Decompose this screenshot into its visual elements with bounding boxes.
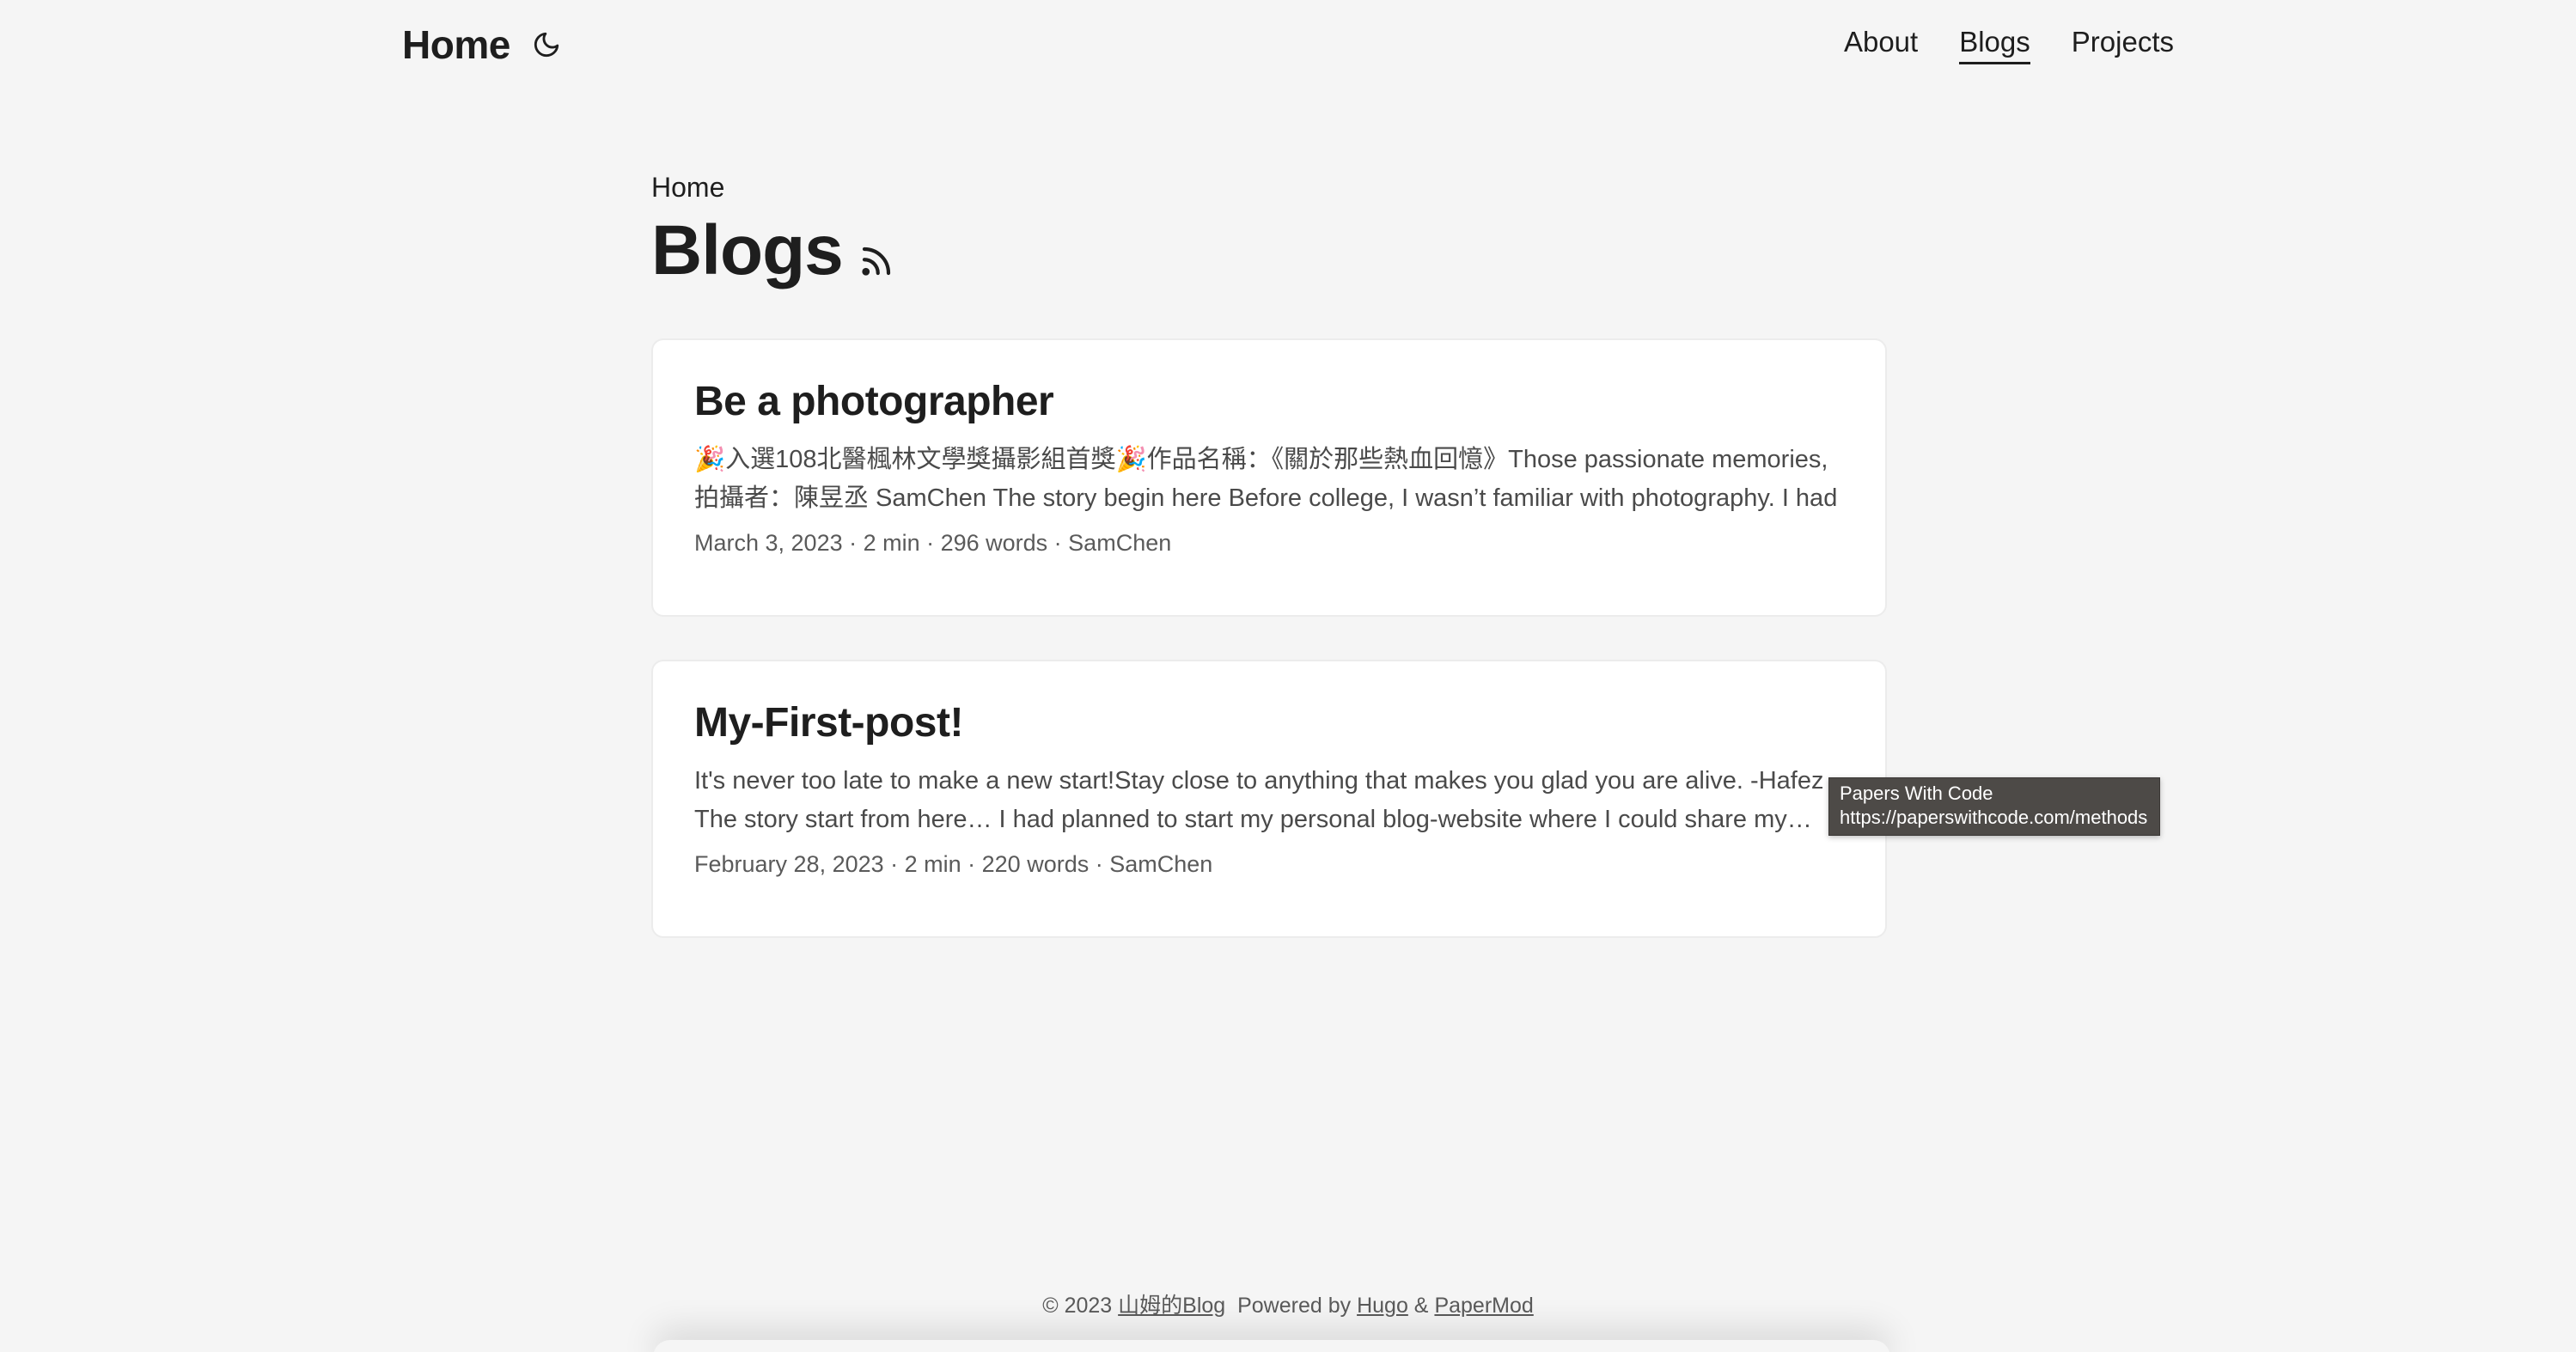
breadcrumb-home[interactable]: Home xyxy=(651,172,724,204)
rss-icon[interactable] xyxy=(858,243,894,279)
link-tooltip: Papers With Code https://paperswithcode.… xyxy=(1828,777,2161,836)
scroll-shadow xyxy=(653,1340,1890,1352)
post-meta: February 28, 2023 · 2 min · 220 words · … xyxy=(694,850,1213,877)
footer-amp: & xyxy=(1413,1294,1429,1318)
moon-icon[interactable] xyxy=(529,27,564,62)
footer-site-link[interactable]: 山姆的Blog xyxy=(1118,1294,1225,1318)
post-card[interactable]: Be a photographer 🎉入選108北醫楓林文學獎攝影組首獎🎉作品名… xyxy=(651,338,1887,617)
home-logo-link[interactable]: Home xyxy=(402,21,510,68)
post-summary: 🎉入選108北醫楓林文學獎攝影組首獎🎉作品名稱：《關於那些熱血回憶》Those … xyxy=(694,445,1838,512)
post-title: Be a photographer xyxy=(694,379,1054,424)
nav-about[interactable]: About xyxy=(1844,26,1918,64)
footer-powered-by: Powered by xyxy=(1237,1294,1352,1318)
main-nav: About Blogs Projects xyxy=(1844,26,2174,64)
page-title: Blogs xyxy=(651,211,844,289)
post-card[interactable]: My-First-post! It's never too late to ma… xyxy=(651,660,1887,938)
nav-projects[interactable]: Projects xyxy=(2072,26,2174,64)
tooltip-title: Papers With Code xyxy=(1840,783,1993,804)
post-meta: March 3, 2023 · 2 min · 296 words · SamC… xyxy=(694,529,1172,556)
post-title: My-First-post! xyxy=(694,700,963,746)
nav-blogs[interactable]: Blogs xyxy=(1959,26,2030,64)
page-header: Blogs xyxy=(651,210,1887,291)
tooltip-url: https://paperswithcode.com/methods xyxy=(1840,807,2148,828)
site-header: Home About Blogs Projects xyxy=(402,0,2174,89)
footer-copyright: © 2023 xyxy=(1042,1294,1113,1318)
post-summary: It's never too late to make a new start!… xyxy=(694,766,1824,833)
main-content: Home Blogs Be a photographer 🎉入選108北醫楓林文… xyxy=(651,172,1887,938)
site-footer: © 2023 山姆的Blog Powered by Hugo & PaperMo… xyxy=(0,1288,2576,1319)
logo-switches: Home xyxy=(402,21,564,68)
footer-hugo-link[interactable]: Hugo xyxy=(1357,1294,1408,1318)
page: Home About Blogs Projects Home Blogs Be … xyxy=(0,0,2576,1352)
footer-papermod-link[interactable]: PaperMod xyxy=(1434,1294,1533,1318)
